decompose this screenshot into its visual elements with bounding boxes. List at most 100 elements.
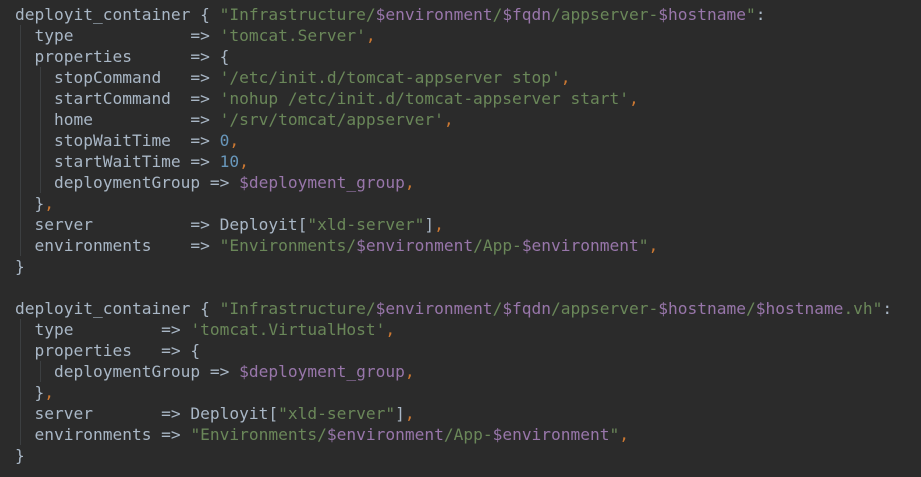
code-line[interactable]: deployit_container { "Infrastructure/$en… xyxy=(0,298,921,319)
code-text: deployit_container { xyxy=(15,299,220,318)
code-text: type => xyxy=(15,26,220,45)
code-line[interactable]: properties => { xyxy=(0,340,921,361)
variable-token: $fqdn xyxy=(502,5,552,24)
string-token: " xyxy=(745,5,756,24)
variable-token: $environment xyxy=(492,425,610,444)
string-token: .vh" xyxy=(843,299,883,318)
string-token: / xyxy=(492,5,503,24)
variable-token: $hostname xyxy=(755,299,844,318)
code-line[interactable]: startCommand => 'nohup /etc/init.d/tomca… xyxy=(0,88,921,109)
punctuation-token: , xyxy=(385,320,396,339)
code-line[interactable]: server => Deployit["xld-server"], xyxy=(0,214,921,235)
string-token: "xld-server" xyxy=(307,215,425,234)
punctuation-token: , xyxy=(44,383,54,402)
code-text: stopWaitTime => xyxy=(15,131,220,150)
punctuation-token: , xyxy=(619,425,630,444)
variable-token: $hostname xyxy=(658,299,746,318)
code-line[interactable]: deploymentGroup => $deployment_group, xyxy=(0,361,921,382)
punctuation-token: , xyxy=(239,152,249,171)
punctuation-token: , xyxy=(443,110,454,129)
number-token: 10 xyxy=(219,152,240,171)
code-line[interactable]: deployit_container { "Infrastructure/$en… xyxy=(0,4,921,25)
code-line[interactable]: properties => { xyxy=(0,46,921,67)
punctuation-token: , xyxy=(404,404,415,423)
code-text: server => Deployit[ xyxy=(15,404,279,423)
string-token: "xld-server" xyxy=(278,404,396,423)
variable-token: $environment xyxy=(375,299,493,318)
string-token: '/etc/init.d/tomcat-appserver stop' xyxy=(219,68,561,87)
code-line[interactable]: stopCommand => '/etc/init.d/tomcat-appse… xyxy=(0,67,921,88)
variable-token: $deployment_group xyxy=(239,173,405,192)
code-text: home => xyxy=(15,110,220,129)
punctuation-token: , xyxy=(365,26,376,45)
string-token: 'tomcat.VirtualHost' xyxy=(190,320,386,339)
code-line[interactable]: stopWaitTime => 0, xyxy=(0,130,921,151)
code-line[interactable]: environments => "Environments/$environme… xyxy=(0,235,921,256)
code-lines: deployit_container { "Infrastructure/$en… xyxy=(0,4,921,466)
code-text: } xyxy=(15,383,45,402)
code-text: type => xyxy=(15,320,191,339)
code-line[interactable]: startWaitTime => 10, xyxy=(0,151,921,172)
string-token: "Infrastructure/ xyxy=(219,5,376,24)
code-text: ] xyxy=(395,404,405,423)
code-line[interactable]: }, xyxy=(0,193,921,214)
variable-token: $environment xyxy=(356,236,474,255)
string-token: "Environments/ xyxy=(219,236,357,255)
code-text: environments => xyxy=(15,425,191,444)
code-text: properties => { xyxy=(15,341,201,360)
code-text: } xyxy=(15,194,45,213)
string-token: /App- xyxy=(443,425,493,444)
punctuation-token: , xyxy=(648,236,659,255)
string-token: "Environments/ xyxy=(190,425,327,444)
punctuation-token: , xyxy=(629,89,639,108)
code-editor[interactable]: deployit_container { "Infrastructure/$en… xyxy=(0,0,921,477)
code-text: deployit_container { xyxy=(15,5,220,24)
code-text: properties => { xyxy=(15,47,230,66)
punctuation-token: , xyxy=(560,68,571,87)
variable-token: $fqdn xyxy=(502,299,552,318)
string-token: / xyxy=(745,299,756,318)
code-text: deploymentGroup => xyxy=(15,362,240,381)
punctuation-token: , xyxy=(404,362,415,381)
code-text: environments => xyxy=(15,236,220,255)
code-line[interactable] xyxy=(0,277,921,298)
code-line[interactable]: } xyxy=(0,445,921,466)
variable-token: $environment xyxy=(375,5,493,24)
string-token: / xyxy=(492,299,503,318)
punctuation-token: , xyxy=(404,173,415,192)
punctuation-token: , xyxy=(434,215,444,234)
variable-token: $deployment_group xyxy=(239,362,405,381)
variable-token: $environment xyxy=(326,425,444,444)
code-text: server => Deployit[ xyxy=(15,215,308,234)
code-text: } xyxy=(15,257,25,276)
number-token: 0 xyxy=(219,131,230,150)
string-token: 'tomcat.Server' xyxy=(219,26,366,45)
string-token: /appserver- xyxy=(551,299,659,318)
code-text: } xyxy=(15,446,25,465)
code-text: : xyxy=(755,5,766,24)
code-text: deploymentGroup => xyxy=(15,173,240,192)
string-token: 'nohup /etc/init.d/tomcat-appserver star… xyxy=(219,89,629,108)
string-token: '/srv/tomcat/appserver' xyxy=(219,110,444,129)
string-token: /appserver- xyxy=(551,5,659,24)
punctuation-token: , xyxy=(44,194,54,213)
string-token: " xyxy=(609,425,620,444)
string-token: " xyxy=(638,236,649,255)
code-text: startWaitTime => xyxy=(15,152,220,171)
code-line[interactable]: type => 'tomcat.VirtualHost', xyxy=(0,319,921,340)
code-text: stopCommand => xyxy=(15,68,220,87)
code-line[interactable]: home => '/srv/tomcat/appserver', xyxy=(0,109,921,130)
string-token: "Infrastructure/ xyxy=(219,299,376,318)
code-text: ] xyxy=(424,215,435,234)
code-line[interactable]: } xyxy=(0,256,921,277)
code-line[interactable]: server => Deployit["xld-server"], xyxy=(0,403,921,424)
code-text: : xyxy=(882,299,893,318)
variable-token: $environment xyxy=(521,236,639,255)
code-line[interactable]: environments => "Environments/$environme… xyxy=(0,424,921,445)
code-line[interactable]: }, xyxy=(0,382,921,403)
variable-token: $hostname xyxy=(658,5,746,24)
string-token: /App- xyxy=(473,236,522,255)
code-line[interactable]: type => 'tomcat.Server', xyxy=(0,25,921,46)
code-text: startCommand => xyxy=(15,89,220,108)
code-line[interactable]: deploymentGroup => $deployment_group, xyxy=(0,172,921,193)
